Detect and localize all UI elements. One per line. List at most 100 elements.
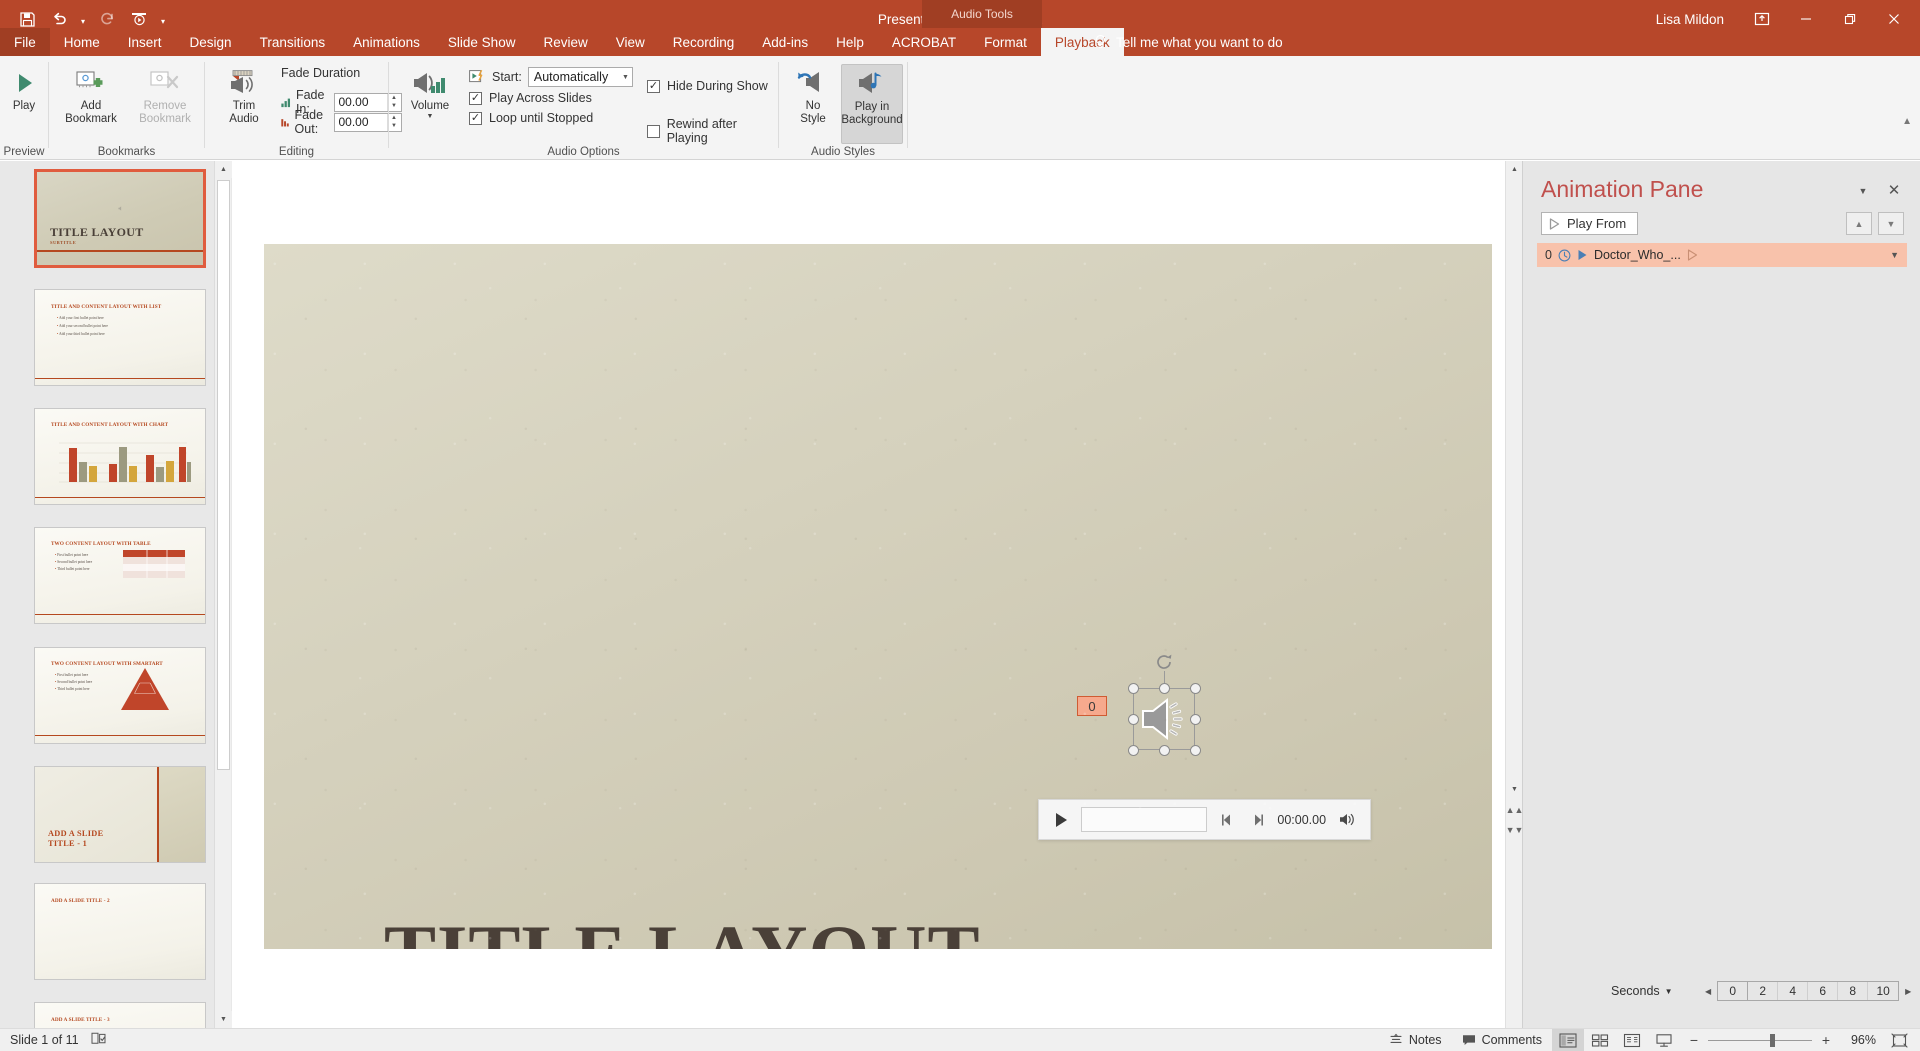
play-across-slides-checkbox[interactable]: ✓ Play Across Slides [469, 91, 592, 105]
audio-object[interactable]: 0 [1077, 654, 1201, 756]
notes-button[interactable]: Notes [1379, 1029, 1452, 1051]
slide-thumbnail-pane[interactable]: 1 ★ TITLE LAYOUT SUBTITLE 2 ★ TITLE AND … [0, 161, 232, 1028]
animation-pane-menu-icon[interactable]: ▼ [1852, 181, 1874, 201]
previous-slide-button[interactable]: ▲▲ [1506, 801, 1524, 818]
tab-insert[interactable]: Insert [114, 28, 176, 56]
canvas-scrollbar[interactable]: ▲ ▼ ▲▲ ▼▼ [1505, 161, 1524, 1028]
start-dropdown-icon[interactable]: ▼ [622, 68, 629, 86]
thumbnail-scroll-down-button[interactable]: ▼ [215, 1011, 232, 1028]
tab-transitions[interactable]: Transitions [246, 28, 340, 56]
add-bookmark-button[interactable]: Add Bookmark [57, 64, 125, 144]
thumbnail-frame[interactable]: TWO CONTENT LAYOUT WITH TABLE First bull… [34, 527, 206, 624]
media-play-button[interactable] [1051, 812, 1071, 828]
volume-button[interactable]: Volume ▼ [401, 64, 459, 144]
thumbnail-frame[interactable]: TITLE LAYOUT SUBTITLE [34, 169, 206, 268]
zoom-out-button[interactable]: − [1688, 1032, 1700, 1048]
zoom-slider-thumb[interactable] [1770, 1033, 1775, 1047]
media-progress-track[interactable] [1081, 807, 1208, 832]
canvas-scroll-up-button[interactable]: ▲ [1506, 161, 1523, 178]
play-from-button[interactable]: Play From [1541, 212, 1639, 235]
animation-order-badge[interactable]: 0 [1077, 696, 1107, 716]
volume-dropdown-icon[interactable]: ▼ [427, 113, 434, 120]
rewind-after-playing-box[interactable] [647, 124, 660, 138]
slide-sorter-view-button[interactable] [1584, 1029, 1616, 1051]
fade-out-input[interactable] [334, 113, 387, 131]
hide-during-show-box[interactable]: ✓ [647, 79, 660, 93]
animation-list-item[interactable]: 0 Doctor_Who_... ▼ [1537, 243, 1907, 267]
tab-view[interactable]: View [602, 28, 659, 56]
thumbnail-frame[interactable]: TITLE AND CONTENT LAYOUT WITH LIST Add y… [34, 289, 206, 386]
tab-format[interactable]: Format [970, 28, 1041, 56]
seconds-dropdown-icon[interactable]: ▼ [1665, 987, 1673, 996]
no-style-button[interactable]: No Style [787, 64, 839, 144]
thumbnail-scrollbar-thumb[interactable] [217, 180, 230, 770]
thumbnail-slide-8[interactable]: 8 ★ ADD A SLIDE TITLE - 3 [34, 1002, 206, 1028]
thumbnail-slide-6[interactable]: 6 ★ ADD A SLIDE TITLE - 1 [34, 766, 206, 863]
move-earlier-button[interactable]: ▲ [1846, 212, 1872, 235]
thumbnail-slide-1[interactable]: 1 ★ TITLE LAYOUT SUBTITLE [34, 169, 206, 268]
media-volume-button[interactable] [1336, 812, 1358, 827]
media-step-forward-button[interactable] [1247, 813, 1267, 827]
rewind-after-playing-checkbox[interactable]: Rewind after Playing [647, 117, 778, 145]
tab-add-ins[interactable]: Add-ins [748, 28, 822, 56]
group-separator [907, 62, 908, 148]
media-playback-bar[interactable]: 00:00.00 [1038, 799, 1371, 840]
rotate-handle-icon[interactable] [1154, 652, 1174, 672]
thumbnail-frame[interactable]: TWO CONTENT LAYOUT WITH SMARTART First b… [34, 647, 206, 744]
tab-review[interactable]: Review [529, 28, 601, 56]
timeline-scroll-right-icon[interactable]: ▶ [1905, 987, 1911, 996]
play-in-background-button[interactable]: Play in Background [841, 64, 903, 144]
tab-recording[interactable]: Recording [659, 28, 749, 56]
fade-duration-label: Fade Duration [281, 66, 361, 80]
thumbnail-slide-7[interactable]: 7 ★ ADD A SLIDE TITLE - 2 [34, 883, 206, 980]
start-combobox[interactable]: Automatically ▼ [527, 67, 633, 87]
remove-bookmark-button[interactable]: Remove Bookmark [129, 64, 201, 144]
collapse-ribbon-icon[interactable]: ▲ [1902, 116, 1912, 127]
next-slide-button[interactable]: ▼▼ [1506, 821, 1524, 838]
tab-home[interactable]: Home [50, 28, 114, 56]
tab-animations[interactable]: Animations [339, 28, 434, 56]
current-slide[interactable]: TITLE LAYOUT SUBTITLE [264, 244, 1492, 949]
reading-view-button[interactable] [1616, 1029, 1648, 1051]
slide-title-text[interactable]: TITLE LAYOUT [384, 914, 981, 950]
tab-design[interactable]: Design [176, 28, 246, 56]
trim-audio-button[interactable]: Trim Audio [213, 64, 275, 144]
thumbnail-frame[interactable]: ADD A SLIDE TITLE - 3 [34, 1002, 206, 1028]
user-account-name[interactable]: Lisa Mildon [1656, 12, 1724, 27]
thumbnail-scrollbar[interactable]: ▲ ▼ [214, 161, 232, 1028]
tell-me-search[interactable]: Tell me what you want to do [1093, 28, 1283, 56]
seconds-dropdown[interactable]: Seconds ▼ [1611, 984, 1673, 998]
thumbnail-scroll-up-button[interactable]: ▲ [215, 161, 232, 178]
canvas-scroll-down-button[interactable]: ▼ [1506, 781, 1523, 798]
tab-slide-show[interactable]: Slide Show [434, 28, 530, 56]
thumbnail-slide-5[interactable]: 5 ★ TWO CONTENT LAYOUT WITH SMARTART Fir… [34, 647, 206, 744]
zoom-in-button[interactable]: + [1820, 1032, 1832, 1048]
accessibility-checker-icon[interactable] [91, 1031, 107, 1050]
thumbnail-frame[interactable]: ADD A SLIDE TITLE - 2 [34, 883, 206, 980]
media-step-back-button[interactable] [1217, 813, 1237, 827]
tab-help[interactable]: Help [822, 28, 878, 56]
status-bar: Slide 1 of 11 Notes Comments − + 96% [0, 1028, 1920, 1051]
play-button[interactable]: Play [0, 64, 48, 138]
thumbnail-frame[interactable]: TITLE AND CONTENT LAYOUT WITH CHART [34, 408, 206, 505]
slideshow-view-button[interactable] [1648, 1029, 1680, 1051]
animation-pane-close-icon[interactable]: ✕ [1882, 179, 1906, 201]
animation-item-menu-icon[interactable]: ▼ [1890, 250, 1899, 260]
timeline-scroll-left-icon[interactable]: ◀ [1705, 987, 1711, 996]
thumbnail-slide-3[interactable]: 3 ★ TITLE AND CONTENT LAYOUT WITH CHART [34, 408, 206, 505]
fit-slide-to-window-button[interactable] [1884, 1029, 1914, 1051]
thumbnail-slide-4[interactable]: 4 ★ TWO CONTENT LAYOUT WITH TABLE First … [34, 527, 206, 624]
thumbnail-slide-2[interactable]: 2 ★ TITLE AND CONTENT LAYOUT WITH LIST A… [34, 289, 206, 386]
tab-acrobat[interactable]: ACROBAT [878, 28, 970, 56]
thumbnail-frame[interactable]: ADD A SLIDE TITLE - 1 [34, 766, 206, 863]
loop-until-stopped-checkbox[interactable]: ✓ Loop until Stopped [469, 111, 593, 125]
comments-button[interactable]: Comments [1452, 1029, 1552, 1051]
zoom-slider[interactable] [1708, 1033, 1812, 1047]
hide-during-show-checkbox[interactable]: ✓ Hide During Show [647, 79, 768, 93]
loop-until-stopped-box[interactable]: ✓ [469, 111, 482, 125]
tab-file[interactable]: File [0, 28, 50, 56]
play-across-slides-box[interactable]: ✓ [469, 91, 482, 105]
zoom-percent-label[interactable]: 96% [1840, 1033, 1876, 1047]
move-later-button[interactable]: ▼ [1878, 212, 1904, 235]
normal-view-button[interactable] [1552, 1028, 1584, 1051]
